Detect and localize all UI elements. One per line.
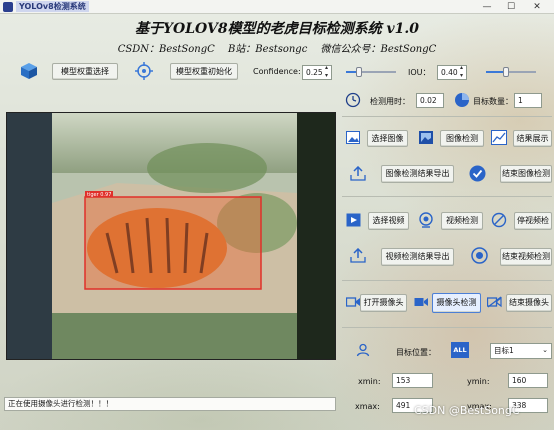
detection-label: tiger 0.97	[87, 192, 111, 198]
page-title: 基于YOLOV8模型的老虎目标检测系统 v1.0	[135, 21, 419, 37]
crosshair-icon	[135, 62, 153, 80]
confidence-slider[interactable]	[346, 65, 396, 79]
xmax-label: xmax:	[355, 402, 380, 411]
close-button[interactable]: ✕	[528, 0, 546, 14]
camera-detect-button[interactable]: 摄像头检测	[432, 293, 481, 313]
video-detect-button[interactable]: 视频检测	[441, 212, 483, 230]
status-bar: 正在使用摄像头进行检测！！！	[4, 397, 336, 411]
xmin-label: xmin:	[358, 377, 381, 386]
divider	[342, 280, 552, 281]
time-value-field: 0.02	[416, 93, 444, 108]
target-select-dropdown[interactable]: 目标1 ⌄	[490, 343, 552, 359]
check-circle-icon	[469, 165, 486, 182]
author-line: CSDN：BestSongC B站：Bestsongc 微信公众号：BestSo…	[0, 40, 554, 55]
export-video-result-button[interactable]: 视频检测结果导出	[381, 248, 454, 266]
export-image-result-button[interactable]: 图像检测结果导出	[381, 165, 454, 183]
select-video-button[interactable]: 选择视频	[368, 212, 409, 230]
all-targets-icon: ALL	[451, 342, 469, 358]
wechat-text: 微信公众号：BestSongC	[320, 44, 437, 55]
video-camera-icon	[414, 298, 428, 306]
time-label: 检测用时：	[370, 97, 410, 106]
cube-icon	[21, 63, 37, 79]
image-icon	[346, 131, 360, 144]
divider	[342, 327, 552, 328]
select-image-button[interactable]: 选择图像	[367, 130, 408, 147]
target-position-label: 目标位置：	[396, 348, 436, 357]
image-detect-button[interactable]: 图像检测	[440, 130, 484, 147]
model-init-button[interactable]: 模型权重初始化	[170, 63, 238, 80]
minimize-button[interactable]: —	[478, 0, 496, 14]
target-select-value: 目标1	[494, 346, 514, 355]
count-value-field: 1	[514, 93, 542, 108]
ymin-label: ymin:	[467, 377, 490, 386]
csdn-text: CSDN：BestSongC	[117, 44, 215, 55]
picture-frame-icon	[419, 131, 433, 144]
chevron-down-icon: ⌄	[542, 346, 548, 354]
clock-icon	[345, 92, 361, 108]
iou-slider[interactable]	[486, 65, 536, 79]
count-label: 目标数量：	[473, 97, 513, 106]
iou-spinbox[interactable]: 0.40	[437, 64, 467, 80]
divider	[342, 116, 552, 117]
maximize-button[interactable]: ☐	[502, 0, 520, 14]
window-title-bar: YOLOv8检测系统 — ☐ ✕	[0, 0, 554, 14]
camera-frame-image: tiger 0.97	[7, 113, 335, 359]
record-stop-icon	[471, 247, 488, 264]
pause-video-button[interactable]: 停视频检	[514, 212, 552, 230]
iou-label: IOU：	[408, 68, 431, 77]
camera-on-icon	[346, 297, 360, 307]
xmin-field: 153	[392, 373, 433, 388]
pie-chart-icon	[455, 93, 469, 107]
watermark-text: CSDN @BestSongC	[414, 404, 520, 417]
upload-icon	[350, 166, 366, 181]
model-select-button[interactable]: 模型权重选择	[52, 63, 118, 80]
detection-display: tiger 0.97	[6, 112, 336, 360]
app-icon	[3, 2, 13, 12]
ymin-field: 160	[508, 373, 548, 388]
line-chart-icon	[491, 130, 507, 145]
window-title: YOLOv8检测系统	[16, 1, 89, 12]
stop-circle-icon	[491, 212, 507, 228]
camera-off-icon	[487, 296, 502, 308]
user-icon	[356, 343, 370, 357]
end-video-detect-button[interactable]: 结束视频检测	[500, 248, 552, 266]
webcam-icon	[419, 212, 433, 228]
close-camera-button[interactable]: 结束摄像头	[506, 294, 552, 312]
divider	[342, 196, 552, 197]
upload-icon	[350, 248, 366, 263]
confidence-spinbox[interactable]: 0.25	[302, 64, 332, 80]
confidence-label: Confidence:	[253, 67, 301, 76]
bilibili-text: B站：Bestsongc	[227, 44, 308, 55]
end-image-detect-button[interactable]: 结束图像检测	[500, 165, 552, 183]
open-camera-button[interactable]: 打开摄像头	[360, 294, 407, 312]
show-result-button[interactable]: 结果展示	[513, 130, 552, 147]
video-file-icon	[346, 213, 361, 227]
